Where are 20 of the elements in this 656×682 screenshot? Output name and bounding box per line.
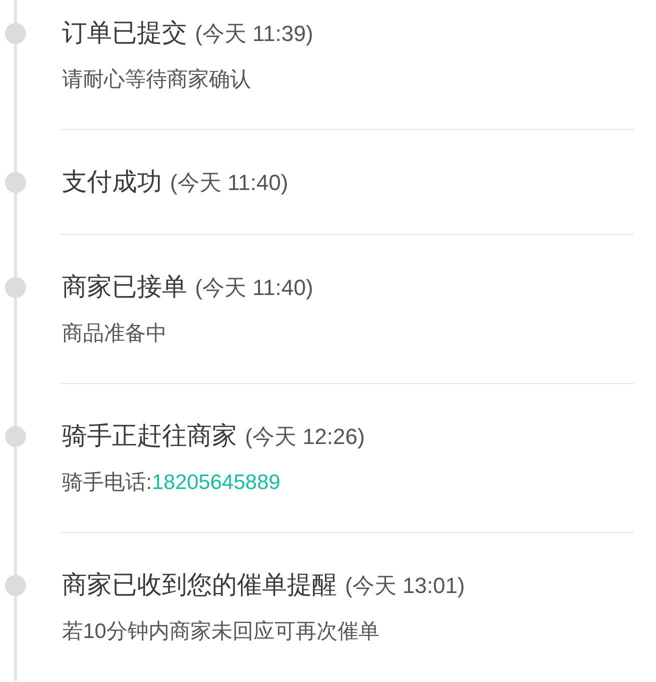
event-title: 订单已提交 <box>62 18 187 49</box>
event-title: 商家已接单 <box>62 272 187 303</box>
event-time: (今天 11:40) <box>195 274 314 302</box>
event-time: (今天 13:01) <box>345 572 465 600</box>
timeline-dot <box>5 23 26 44</box>
timeline-dot <box>5 426 26 447</box>
timeline-dot <box>5 575 26 596</box>
event-title: 商家已收到您的催单提醒 <box>62 570 337 601</box>
event-note: 请耐心等待商家确认 <box>62 67 251 93</box>
event-time: (今天 11:40) <box>170 169 288 197</box>
event-note: 若10分钟内商家未回应可再次催单 <box>62 619 380 645</box>
timeline-dot <box>5 277 26 298</box>
event-note: 骑手电话: <box>62 470 152 496</box>
event-note: 商品准备中 <box>62 321 167 347</box>
event-time: (今天 12:26) <box>245 423 365 451</box>
phone-link[interactable]: 18205645889 <box>152 468 280 498</box>
timeline-dot <box>5 172 26 193</box>
event-title: 支付成功 <box>62 167 162 198</box>
event-time: (今天 11:39) <box>195 20 314 48</box>
event-title: 骑手正赶往商家 <box>62 421 237 452</box>
